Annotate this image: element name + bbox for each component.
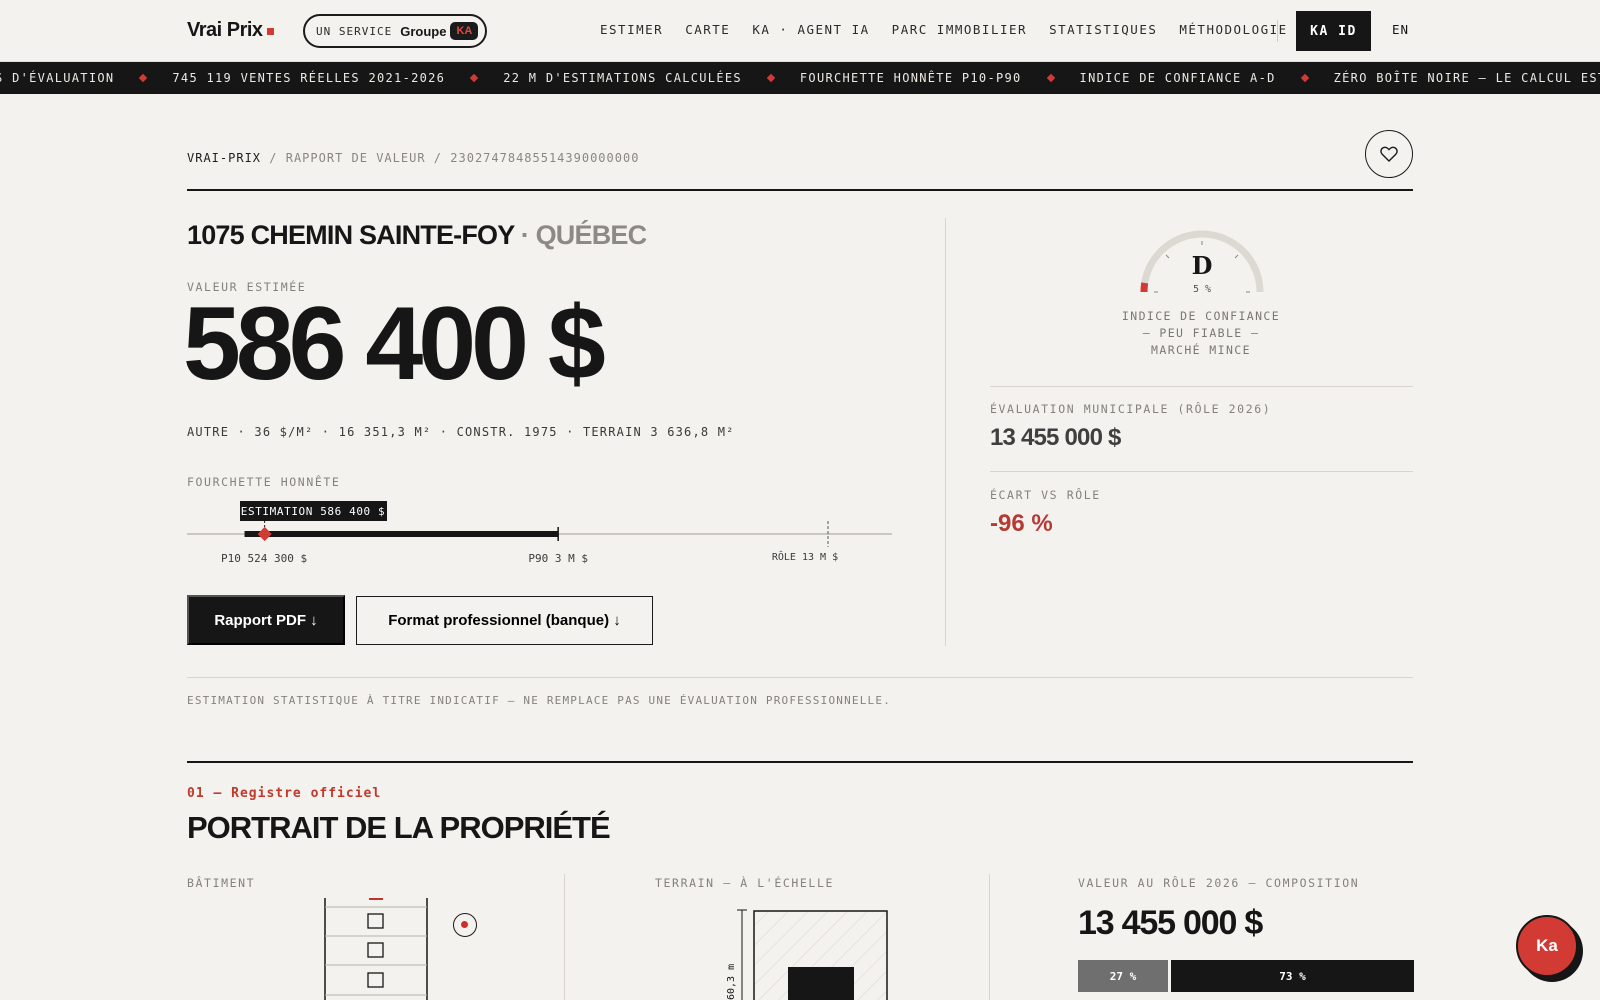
section-divider: [187, 761, 1413, 763]
main-nav: ESTIMER CARTE KA · AGENT IA PARC IMMOBIL…: [600, 22, 1310, 37]
ticker-item: FOURCHETTE HONNÊTE P10-P90: [799, 71, 1022, 85]
breadcrumb-sep: /: [433, 151, 443, 165]
nav-statistiques[interactable]: STATISTIQUES: [1049, 22, 1157, 37]
confidence-percent: 5 %: [1193, 284, 1211, 295]
divider: [187, 189, 1413, 191]
ticker-item: TÉS D'ÉVALUATION: [0, 71, 115, 85]
service-group: Groupe: [400, 23, 447, 39]
pdf-report-button[interactable]: Rapport PDF ↓: [187, 595, 345, 645]
ka-id-button[interactable]: KA ID: [1296, 11, 1371, 51]
confidence-line-1: INDICE DE CONFIANCE: [1121, 309, 1281, 323]
service-label: UN SERVICE: [316, 24, 393, 38]
favorite-button[interactable]: [1365, 130, 1413, 178]
heart-icon: [1380, 146, 1398, 162]
nav-carte[interactable]: CARTE: [685, 22, 730, 37]
logo[interactable]: Vrai Prix: [187, 19, 274, 42]
breadcrumb-id: 23027478485514390000000: [450, 151, 640, 165]
estimate-diamond-icon: [257, 526, 272, 542]
composition-segment-land: 27 %: [1078, 960, 1168, 992]
breadcrumb-sep: /: [269, 151, 278, 165]
window-icon: [367, 913, 384, 929]
building-illustration: [324, 898, 428, 1000]
logo-dot: [266, 28, 274, 35]
nav-methodologie[interactable]: MÉTHODOLOGIE: [1179, 22, 1287, 37]
disclaimer: ESTIMATION STATISTIQUE À TITRE INDICATIF…: [187, 694, 892, 707]
confidence-gauge: D 5 %: [1140, 230, 1264, 295]
nav-divider: [1277, 20, 1278, 42]
range-label: FOURCHETTE HONNÊTE: [187, 475, 341, 489]
ticker-diamond-icon: [139, 73, 148, 83]
estimate-tag-text: ESTIMATION 586 400 $: [241, 505, 385, 518]
composition-bar: 27 % 73 %: [1078, 960, 1414, 992]
breadcrumb: VRAI-PRIX / RAPPORT DE VALEUR / 23027478…: [187, 151, 639, 165]
p90-label: P90 3 M $: [528, 552, 588, 565]
price-range-chart: ESTIMATION 586 400 $ P10 524 300 $ P90 3…: [187, 501, 892, 565]
service-ka-badge: KA: [450, 22, 479, 40]
section-title: PORTRAIT DE LA PROPRIÉTÉ: [187, 810, 611, 845]
municipal-value: 13 455 000 $: [990, 424, 1121, 451]
confidence-line-3: MARCHÉ MINCE: [1151, 343, 1251, 357]
breadcrumb-section[interactable]: RAPPORT DE VALEUR: [286, 151, 426, 165]
range-band-p10-p90: [244, 531, 559, 537]
ka-chat-button[interactable]: Ka: [1516, 915, 1578, 977]
ecart-value: -96 %: [990, 510, 1053, 537]
terrain-scale-drawing: 60,3 m: [726, 909, 888, 1000]
column-divider: [564, 874, 565, 1000]
top-header: Vrai Prix UN SERVICE Groupe KA ESTIMER C…: [0, 0, 1600, 62]
gauge-tick: [1165, 254, 1170, 259]
ticker-item: INDICE DE CONFIANCE A-D: [1079, 71, 1276, 85]
divider: [990, 386, 1413, 387]
location-pin-icon: [453, 913, 477, 937]
nav-agent-ia[interactable]: KA · AGENT IA: [752, 22, 869, 37]
vertical-divider: [945, 218, 946, 646]
composition-value: 13 455 000 $: [1078, 904, 1263, 942]
divider: [990, 471, 1413, 472]
confidence-line-2: — PEU FIABLE —: [1142, 326, 1260, 340]
professional-format-button[interactable]: Format professionnel (banque) ↓: [356, 596, 653, 645]
building-label: BÂTIMENT: [187, 876, 256, 890]
divider: [187, 677, 1413, 678]
composition-segment-building: 73 %: [1170, 960, 1414, 992]
p10-label: P10 524 300 $: [221, 552, 307, 565]
language-toggle[interactable]: EN: [1392, 22, 1409, 37]
ticker-diamond-icon: [1046, 73, 1055, 83]
address-street: 1075 CHEMIN SAINTE-FOY: [187, 220, 515, 250]
ticker-diamond-icon: [766, 73, 776, 83]
composition-label: VALEUR AU RÔLE 2026 — COMPOSITION: [1078, 876, 1360, 890]
role-label: RÔLE 13 M $: [772, 550, 838, 563]
ticker-diamond-icon: [1300, 73, 1309, 83]
terrain-dimension: 60,3 m: [726, 964, 737, 1000]
terrain-label: TERRAIN — À L'ÉCHELLE: [655, 876, 834, 890]
estimated-value: 586 400 $: [183, 286, 606, 402]
ticker-item: ZÉRO BOÎTE NOIRE — LE CALCUL EST MONTRÉ: [1333, 71, 1600, 85]
ticker-item: 745 119 VENTES RÉELLES 2021-2026: [172, 71, 446, 85]
column-divider: [989, 874, 990, 1000]
logo-text: Vrai Prix: [187, 19, 263, 41]
building-footprint: [788, 967, 854, 1000]
window-icon: [367, 972, 384, 988]
confidence-text: INDICE DE CONFIANCE — PEU FIABLE — MARCH…: [1101, 308, 1301, 359]
breadcrumb-home[interactable]: VRAI-PRIX: [187, 151, 261, 165]
nav-parc-immobilier[interactable]: PARC IMMOBILIER: [892, 22, 1027, 37]
ticker-item: 22 M D'ESTIMATIONS CALCULÉES: [503, 71, 742, 85]
address-city: · QUÉBEC: [520, 220, 647, 250]
gauge-fill: [1140, 282, 1149, 293]
ticker-track: TÉS D'ÉVALUATION 745 119 VENTES RÉELLES …: [0, 71, 1600, 85]
ticker-diamond-icon: [469, 73, 479, 83]
service-badge[interactable]: UN SERVICE Groupe KA: [303, 14, 487, 48]
confidence-grade: D: [1192, 251, 1213, 280]
ecart-label: ÉCART VS RÔLE: [990, 488, 1101, 502]
municipal-label: ÉVALUATION MUNICIPALE (RÔLE 2026): [990, 402, 1272, 416]
property-address: 1075 CHEMIN SAINTE-FOY · QUÉBEC: [187, 220, 647, 251]
window-icon: [367, 942, 384, 958]
section-kicker: 01 — Registre officiel: [187, 786, 382, 801]
gauge-tick: [1234, 254, 1239, 259]
nav-estimer[interactable]: ESTIMER: [600, 22, 663, 37]
property-meta: AUTRE · 36 $/M² · 16 351,3 M² · CONSTR. …: [187, 425, 735, 439]
ticker-banner: TÉS D'ÉVALUATION 745 119 VENTES RÉELLES …: [0, 62, 1600, 94]
